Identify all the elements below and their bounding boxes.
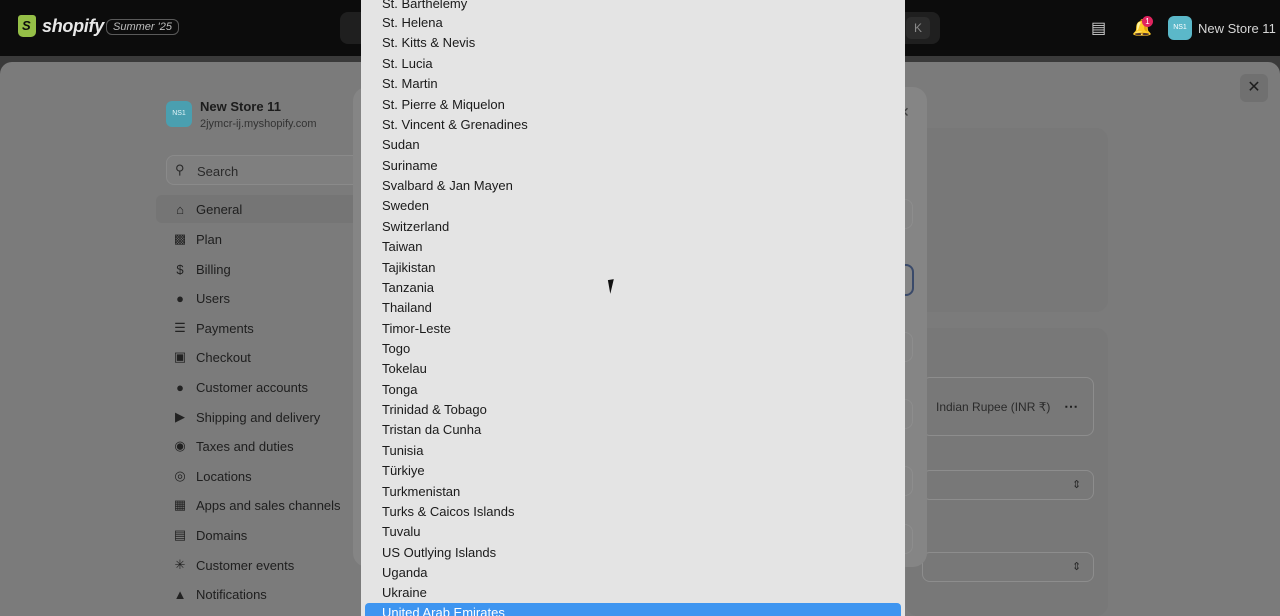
search-placeholder: Search xyxy=(197,164,239,179)
dropdown-option-selected[interactable]: United Arab Emirates xyxy=(365,603,901,616)
more-actions-icon[interactable]: ⋯ xyxy=(1064,398,1078,415)
dropdown-option[interactable]: St. Martin xyxy=(365,74,901,94)
store-avatar: NS1 xyxy=(166,101,192,127)
shopify-bag-icon xyxy=(18,15,36,37)
chevron-updown-icon: ⇕ xyxy=(1072,561,1082,573)
dropdown-option[interactable]: Turkmenistan xyxy=(365,482,901,502)
dropdown-option[interactable]: Suriname xyxy=(365,156,901,176)
store-domain: 2jymcr-ij.myshopify.com xyxy=(200,118,317,130)
dropdown-option[interactable]: Sweden xyxy=(365,196,901,216)
shortcut-key: K xyxy=(906,17,930,39)
plan-icon: ▩ xyxy=(173,231,187,246)
truck-icon: ▶ xyxy=(175,409,185,424)
shopify-logo[interactable]: shopify xyxy=(18,15,104,37)
brand-name: shopify xyxy=(42,15,104,36)
billing-icon: $ xyxy=(176,261,184,277)
sidebar-item-label: Users xyxy=(196,290,230,306)
dropdown-option[interactable]: St. Kitts & Nevis xyxy=(365,33,901,53)
sidebar-item-taxes[interactable]: ◉ Taxes and duties xyxy=(156,432,360,460)
dropdown-option[interactable]: Tajikistan xyxy=(365,258,901,278)
dropdown-option[interactable]: Tanzania xyxy=(365,278,901,298)
select-field[interactable] xyxy=(922,552,1094,582)
search-input[interactable]: ⚲ Search xyxy=(166,155,366,185)
sidebar-item-payments[interactable]: ☰ Payments xyxy=(156,314,360,342)
avatar[interactable]: NS1 xyxy=(1168,16,1192,40)
store-switcher-label[interactable]: New Store 11 xyxy=(1198,21,1276,36)
dropdown-option[interactable]: US Outlying Islands xyxy=(365,543,901,563)
sidebar-item-apps[interactable]: ▦ Apps and sales channels xyxy=(156,491,360,519)
search-icon: ⚲ xyxy=(175,162,185,177)
dropdown-option[interactable]: Timor-Leste xyxy=(365,319,901,339)
dropdown-option[interactable]: Thailand xyxy=(365,298,901,318)
country-dropdown[interactable]: St. Barthélemy St. Helena St. Kitts & Ne… xyxy=(361,0,905,616)
currency-value: Indian Rupee (INR ₹) xyxy=(936,400,1051,414)
sidebar-item-label: Plan xyxy=(196,231,223,247)
dropdown-option[interactable]: St. Lucia xyxy=(365,54,901,74)
location-pin-icon: ◎ xyxy=(174,468,186,483)
users-icon: ● xyxy=(176,290,184,306)
dropdown-option[interactable]: St. Pierre & Miquelon xyxy=(365,95,901,115)
globe-icon: ▤ xyxy=(173,527,187,542)
dropdown-option[interactable]: Uganda xyxy=(365,563,901,583)
store-icon: ⌂ xyxy=(176,201,184,217)
sidebar-item-locations[interactable]: ◎ Locations xyxy=(156,462,360,490)
sidebar-item-label: Billing xyxy=(196,261,231,277)
sidebar-item-checkout[interactable]: ▣ Checkout xyxy=(156,343,360,371)
sidebar-item-label: Apps and sales channels xyxy=(196,497,341,513)
sidebar-item-label: Payments xyxy=(196,320,254,336)
edition-badge: Summer '25 xyxy=(106,19,179,35)
dropdown-option[interactable]: Tuvalu xyxy=(365,522,901,542)
store-name: New Store 11 xyxy=(200,99,281,114)
dropdown-option[interactable]: Taiwan xyxy=(365,237,901,257)
dropdown-option[interactable]: Sudan xyxy=(365,135,901,155)
sidebar-item-domains[interactable]: ▤ Domains xyxy=(156,521,360,549)
dropdown-option[interactable]: Svalbard & Jan Mayen xyxy=(365,176,901,196)
dropdown-option[interactable]: Trinidad & Tobago xyxy=(365,400,901,420)
sidebar-item-label: Customer events xyxy=(196,557,295,573)
payments-icon: ☰ xyxy=(174,320,186,335)
dropdown-option[interactable]: Ukraine xyxy=(365,583,901,603)
dropdown-option[interactable]: St. Barthélemy xyxy=(365,0,901,14)
sidebar-item-label: Customer accounts xyxy=(196,379,308,395)
sidebar-item-label: Shipping and delivery xyxy=(196,409,321,425)
sidebar-item-label: Taxes and duties xyxy=(196,438,294,454)
person-icon: ● xyxy=(176,379,184,395)
sidebar-item-label: Domains xyxy=(196,527,248,543)
sidebar-item-notifications[interactable]: ▲ Notifications xyxy=(156,580,360,608)
inbox-icon[interactable]: ▤ xyxy=(1091,18,1106,38)
sidebar-item-label: General xyxy=(196,201,243,217)
sidebar-item-shipping[interactable]: ▶ Shipping and delivery xyxy=(156,403,360,431)
sidebar-item-label: Notifications xyxy=(196,586,267,602)
dropdown-option[interactable]: Türkiye xyxy=(365,461,901,481)
cart-icon: ▣ xyxy=(173,349,187,364)
store-details-card xyxy=(906,128,1108,312)
sidebar-item-label: Checkout xyxy=(196,349,251,365)
sparkle-icon: ✳ xyxy=(174,557,186,572)
notification-badge: 1 xyxy=(1142,16,1153,27)
sidebar-item-plan[interactable]: ▩ Plan xyxy=(156,225,360,253)
bell-icon: ▲ xyxy=(173,586,187,602)
chevron-updown-icon: ⇕ xyxy=(1072,479,1082,491)
dropdown-option[interactable]: St. Vincent & Grenadines xyxy=(365,115,901,135)
dropdown-option[interactable]: Tristan da Cunha xyxy=(365,420,901,440)
dropdown-option[interactable]: Tonga xyxy=(365,380,901,400)
sidebar-item-customer-accounts[interactable]: ● Customer accounts xyxy=(156,373,360,401)
dropdown-option[interactable]: Tokelau xyxy=(365,359,901,379)
sidebar-item-label: Locations xyxy=(196,468,252,484)
dropdown-option[interactable]: Switzerland xyxy=(365,217,901,237)
close-icon[interactable]: ✕ xyxy=(1240,74,1268,102)
sidebar-item-general[interactable]: ⌂ General xyxy=(156,195,360,223)
dropdown-option[interactable]: Turks & Caicos Islands xyxy=(365,502,901,522)
sidebar-item-customer-events[interactable]: ✳ Customer events xyxy=(156,551,360,579)
select-field[interactable] xyxy=(922,470,1094,500)
dropdown-option[interactable]: Togo xyxy=(365,339,901,359)
mouse-cursor-icon xyxy=(607,278,623,294)
sidebar-item-users[interactable]: ● Users xyxy=(156,284,360,312)
taxes-icon: ◉ xyxy=(174,438,186,453)
dropdown-option[interactable]: St. Helena xyxy=(365,13,901,33)
sidebar-item-billing[interactable]: $ Billing xyxy=(156,255,360,283)
apps-icon: ▦ xyxy=(173,497,187,512)
dropdown-option[interactable]: Tunisia xyxy=(365,441,901,461)
